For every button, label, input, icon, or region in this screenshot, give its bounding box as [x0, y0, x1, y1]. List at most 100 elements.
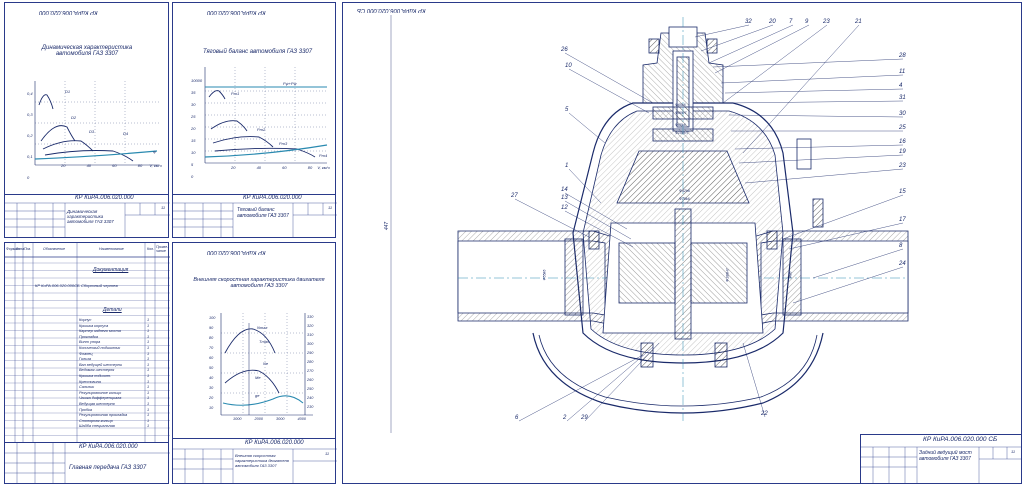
corner-code: КР КиРА.006.020.000 [207, 249, 266, 255]
spec-item-qty: 1 [147, 362, 150, 367]
spec-item: Чашка дифференциала [79, 396, 122, 401]
stamp-title: Главная передача ГАЗ 3307 [69, 465, 147, 471]
callout-number: 25 [899, 125, 906, 131]
dimension-label: Ф55k6 [542, 269, 547, 281]
spec-item: Конический подшипник [79, 346, 121, 350]
curve-label-pt1: Pт1 [231, 91, 240, 96]
stamp-title: Задний ведущий мост автомобиля ГАЗ 3307 [919, 450, 972, 462]
dynamic-chart [34, 81, 159, 166]
curve-label-pt3: Pт3 [279, 141, 288, 146]
curve-fuel [222, 395, 304, 406]
callout-number: 10 [565, 63, 572, 69]
curve-d3 [42, 140, 94, 152]
sheet-number: 11 [328, 205, 333, 210]
spec-item-qty: 1 [147, 357, 150, 362]
leader-line [724, 88, 904, 94]
callout-number: 20 [769, 19, 776, 25]
spec-item: Ведущая шестерня [79, 402, 115, 406]
callout-number: 21 [855, 19, 862, 25]
dimension-label: Ф42h6 [679, 189, 690, 193]
leader-line [568, 112, 606, 144]
curve-label-tmax: Tmax [259, 339, 269, 344]
spec-item-qty: 1 [147, 351, 150, 356]
spec-item-qty: 1 [147, 379, 150, 384]
leader-line [700, 24, 774, 52]
section-documentation: Документация [93, 267, 129, 273]
leader-line [728, 114, 904, 118]
x-tick-labels: 20 40 60 80 V, км/ч [231, 165, 330, 170]
callout-number: 31 [899, 95, 906, 101]
dimension-label: Ф150Н7 [675, 131, 689, 135]
stamp-code: КР КиРА.006.020.000 [75, 195, 134, 201]
dimension-label: Ф75k6 [679, 197, 690, 201]
callout-number: 4 [899, 83, 903, 89]
stamp-code: КР КиРА.006.020.000 [79, 444, 138, 450]
traction-chart [204, 67, 328, 164]
spec-item: Прокладка [79, 334, 99, 339]
callout-number: 22 [761, 411, 768, 417]
callout-number: 26 [561, 47, 568, 53]
spec-item: Крышка подшипн. [79, 374, 112, 378]
spec-item-qty: 1 [147, 385, 150, 390]
stamp-code: КР КиРА.006.020.000 [245, 440, 304, 446]
spec-item: Ведомая шестерня [79, 368, 115, 373]
leader-line [742, 24, 860, 154]
callout-number: 17 [899, 217, 906, 223]
spec-item: Сальник [79, 385, 94, 390]
sheet-number: 11 [161, 205, 166, 210]
curve-label-me: Mе [255, 375, 261, 380]
sheet-main-assembly: КР КиРА.006.020.000 СБ 447 32 20 7 9 23 … [342, 2, 1022, 484]
title-block: КР КиРА.006.020.000 Тяговый баланс автом… [173, 194, 337, 237]
leader-line [694, 24, 750, 38]
spec-item-qty: 1 [147, 346, 150, 350]
dimension-label: Ф86 [788, 271, 793, 279]
callout-number: 12 [561, 205, 568, 211]
curve-d2 [40, 125, 76, 142]
axle-drawing [390, 15, 909, 433]
stamp-code: КР КиРА.006.020.000 [243, 195, 302, 201]
curve-torque [224, 369, 280, 394]
chart-title: Динамическая характеристика автомобиля Г… [41, 45, 133, 57]
curve-label-d3: D3 [89, 129, 95, 134]
spec-item-qty: 1 [147, 374, 150, 378]
dimension-label: Ф65k6 [675, 123, 686, 127]
curve-label-nmax: Nmax [257, 325, 268, 330]
callout-number: 19 [899, 149, 906, 155]
chart-title: Внешняя скоростная характеристика двигат… [193, 277, 325, 289]
callout-number: 11 [899, 69, 906, 75]
leader-line [564, 52, 654, 104]
curve-label-ge: gе [255, 393, 260, 398]
spec-item-qty: 1 [147, 396, 150, 401]
callout-number: 14 [561, 187, 568, 193]
callout-number: 24 [899, 261, 906, 267]
spec-item-qty: 1 [147, 318, 150, 322]
spec-item-qty: 1 [147, 340, 150, 345]
spec-item: Стопорная кольцо [79, 418, 113, 423]
y-tick-labels: 10000 35 30 25 20 15 10 5 0 [191, 78, 203, 179]
leader-line [722, 24, 828, 104]
curve-pt2 [210, 120, 248, 132]
doc-name: Сборочный чертеж [81, 283, 118, 288]
stamp-title: Динамическая характеристика автомобиля Г… [67, 209, 114, 224]
curve-label-ne: Nе [263, 361, 269, 366]
y-left-labels: 100 90 80 70 60 50 40 30 20 10 [209, 316, 216, 410]
spec-item: Гильза [79, 357, 91, 362]
title-block: КР КиРА.006.020.000 Динамическая характе… [5, 194, 170, 237]
spec-item: Пробка [79, 407, 93, 412]
corner-code: КР КиРА.006.020.000 [207, 9, 266, 15]
callout-number: 5 [565, 107, 569, 113]
sheet-speed-characteristic: КР КиРА.006.020.000 Внешняя скоростная х… [172, 242, 337, 484]
curve-psi [34, 150, 158, 160]
speed-chart [220, 313, 313, 416]
y-right-labels: 330 320 310 300 290 280 270 260 250 240 230 [307, 315, 314, 409]
callout-number: 2 [563, 415, 567, 421]
leader-line [726, 100, 904, 104]
stamp-title: Тяговый баланс автомобиля ГАЗ 3307 [237, 207, 289, 219]
leader-line [518, 354, 644, 422]
stamp-title: Внешняя скоростная характеристика двигат… [235, 453, 289, 468]
leader-line [568, 68, 650, 114]
curve-label-resistance: Pψ+Pw [283, 81, 297, 86]
spec-item-qty: 1 [147, 407, 150, 412]
spec-item: Корпус [79, 318, 92, 322]
dimension-447: 447 [384, 221, 391, 231]
